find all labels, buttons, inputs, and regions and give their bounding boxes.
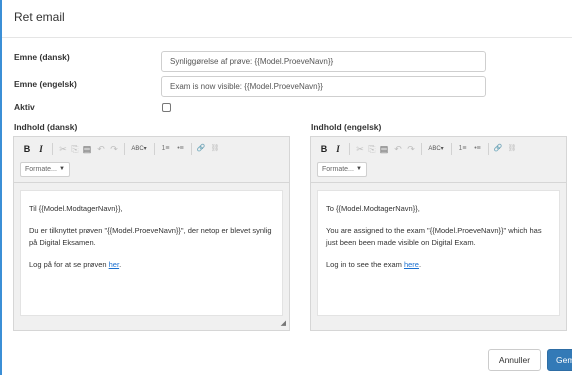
paste-icon[interactable]: ▤ [82, 142, 92, 156]
bullet-list-icon[interactable]: •≡ [471, 142, 484, 156]
link-icon[interactable]: 🔗 [195, 142, 207, 156]
editor-da-link[interactable]: her [109, 260, 119, 269]
editor-da-login-line: Log på for at se prøven her. [29, 259, 274, 271]
toolbar-separator [488, 143, 489, 155]
toolbar-separator [124, 143, 125, 155]
editor-da-toolbar: B I ✂ ⎘ ▤ ↶ ↷ ABC▾ 1≡ •≡ 🔗 ⛓ Formate... … [14, 137, 289, 183]
cut-icon[interactable]: ✂ [355, 142, 365, 156]
subject-da-label: Emne (dansk) [14, 52, 70, 62]
toolbar-separator [421, 143, 422, 155]
numbered-list-icon[interactable]: 1≡ [159, 142, 172, 156]
bullet-list-icon[interactable]: •≡ [174, 142, 187, 156]
paste-icon[interactable]: ▤ [379, 142, 389, 156]
editor-en-login-text: Log in to see the exam [326, 260, 404, 269]
editor-da-greeting: Til {{Model.ModtagerNavn}}, [29, 204, 123, 213]
resize-handle-icon[interactable]: ◢ [281, 319, 286, 327]
editor-da-period: . [119, 260, 122, 269]
numbered-list-icon[interactable]: 1≡ [456, 142, 469, 156]
unlink-icon[interactable]: ⛓ [209, 142, 221, 156]
copy-icon[interactable]: ⎘ [367, 142, 377, 156]
editor-en-link[interactable]: here [404, 260, 419, 269]
subject-en-input[interactable]: Exam is now visible: {{Model.ProeveNavn}… [161, 76, 486, 97]
italic-button[interactable]: I [36, 142, 46, 156]
bold-button[interactable]: B [22, 142, 32, 156]
format-dropdown-label: Formate... [25, 166, 57, 173]
editor-da-content[interactable]: Til {{Model.ModtagerNavn}}, Du er tilkny… [20, 190, 283, 316]
editor-da-body: Du er tilknyttet prøven "{{Model.ProeveN… [29, 226, 272, 247]
italic-button[interactable]: I [333, 142, 343, 156]
editor-en: B I ✂ ⎘ ▤ ↶ ↷ ABC▾ 1≡ •≡ 🔗 ⛓ Formate... … [310, 136, 567, 331]
toolbar-separator [451, 143, 452, 155]
spellcheck-icon[interactable]: ABC▾ [425, 142, 447, 156]
editor-en-content[interactable]: To {{Model.ModtagerNavn}}, You are assig… [317, 190, 560, 316]
format-dropdown[interactable]: Formate... ▼ [317, 162, 367, 177]
spellcheck-icon[interactable]: ABC▾ [128, 142, 150, 156]
toolbar-separator [154, 143, 155, 155]
dialog-header: Ret email [2, 0, 572, 38]
editor-en-body: You are assigned to the exam "{{Model.Pr… [326, 226, 542, 247]
subject-da-input[interactable]: Synliggørelse af prøve: {{Model.ProeveNa… [161, 51, 486, 72]
chevron-down-icon: ▼ [59, 166, 65, 172]
format-dropdown[interactable]: Formate... ▼ [20, 162, 70, 177]
redo-icon[interactable]: ↷ [109, 142, 119, 156]
editor-da: B I ✂ ⎘ ▤ ↶ ↷ ABC▾ 1≡ •≡ 🔗 ⛓ Formate... … [13, 136, 290, 331]
unlink-icon[interactable]: ⛓ [506, 142, 518, 156]
subject-en-label: Emne (engelsk) [14, 79, 77, 89]
content-da-label: Indhold (dansk) [14, 122, 78, 132]
active-label: Aktiv [14, 102, 35, 112]
editor-da-login-text: Log på for at se prøven [29, 260, 109, 269]
format-dropdown-label: Formate... [322, 166, 354, 173]
editor-en-period: . [418, 260, 422, 269]
toolbar-separator [191, 143, 192, 155]
redo-icon[interactable]: ↷ [406, 142, 416, 156]
active-checkbox[interactable] [162, 103, 171, 112]
cancel-button[interactable]: Annuller [488, 349, 541, 371]
copy-icon[interactable]: ⎘ [70, 142, 80, 156]
toolbar-separator [349, 143, 350, 155]
cut-icon[interactable]: ✂ [58, 142, 68, 156]
dialog-title: Ret email [14, 10, 65, 24]
editor-en-greeting: To {{Model.ModtagerNavn}}, [326, 204, 420, 213]
undo-icon[interactable]: ↶ [393, 142, 403, 156]
toolbar-separator [52, 143, 53, 155]
bold-button[interactable]: B [319, 142, 329, 156]
chevron-down-icon: ▼ [356, 166, 362, 172]
content-en-label: Indhold (engelsk) [311, 122, 382, 132]
undo-icon[interactable]: ↶ [96, 142, 106, 156]
editor-en-toolbar: B I ✂ ⎘ ▤ ↶ ↷ ABC▾ 1≡ •≡ 🔗 ⛓ Formate... … [311, 137, 566, 183]
link-icon[interactable]: 🔗 [492, 142, 504, 156]
save-button[interactable]: Gem [547, 349, 572, 371]
editor-en-login-line: Log in to see the exam here. [326, 259, 551, 271]
